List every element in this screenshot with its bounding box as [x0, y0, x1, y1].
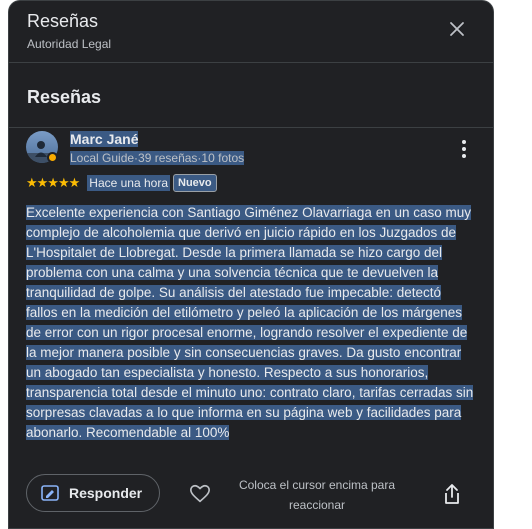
review-time: Hace una hora [87, 175, 171, 191]
reviews-panel: Reseñas Autoridad Legal Reseñas Marc Jan… [8, 0, 494, 529]
close-icon [450, 22, 464, 36]
reply-edit-icon [41, 485, 59, 501]
reply-button[interactable]: Responder [26, 474, 160, 512]
panel-subtitle: Autoridad Legal [27, 37, 112, 51]
reviewer-name[interactable]: Marc Jané [70, 131, 139, 147]
section-divider [9, 127, 493, 128]
new-badge: Nuevo [173, 174, 217, 192]
more-vert-icon [462, 140, 466, 144]
local-guide-badge-icon [47, 152, 58, 163]
panel-title: Reseñas [27, 11, 99, 31]
section-title: Reseñas [27, 87, 102, 107]
close-button[interactable] [443, 15, 471, 43]
more-options-button[interactable] [455, 137, 473, 161]
like-button[interactable] [189, 483, 211, 505]
review-text: Excelente experiencia con Santiago Gimén… [26, 205, 474, 440]
rating-row: ★★★★★ Hace una hora Nuevo [26, 172, 217, 194]
share-icon [445, 484, 459, 504]
heart-icon [190, 484, 210, 503]
reply-label: Responder [69, 485, 143, 501]
local-guide-label: Local Guide [70, 151, 135, 165]
review-count: 39 reseñas [138, 151, 198, 165]
reviews-section: Reseñas Marc Jané Local Guide·39 reseñas… [9, 63, 493, 529]
star-rating: ★★★★★ [26, 175, 80, 190]
panel-header: Reseñas Autoridad Legal [9, 1, 493, 63]
share-button[interactable] [443, 483, 461, 505]
reviewer-meta[interactable]: Local Guide·39 reseñas·10 fotos [70, 151, 245, 165]
photo-count: 10 fotos [201, 151, 245, 165]
reaction-hint: Coloca el cursor encima para reaccionar [238, 478, 396, 512]
